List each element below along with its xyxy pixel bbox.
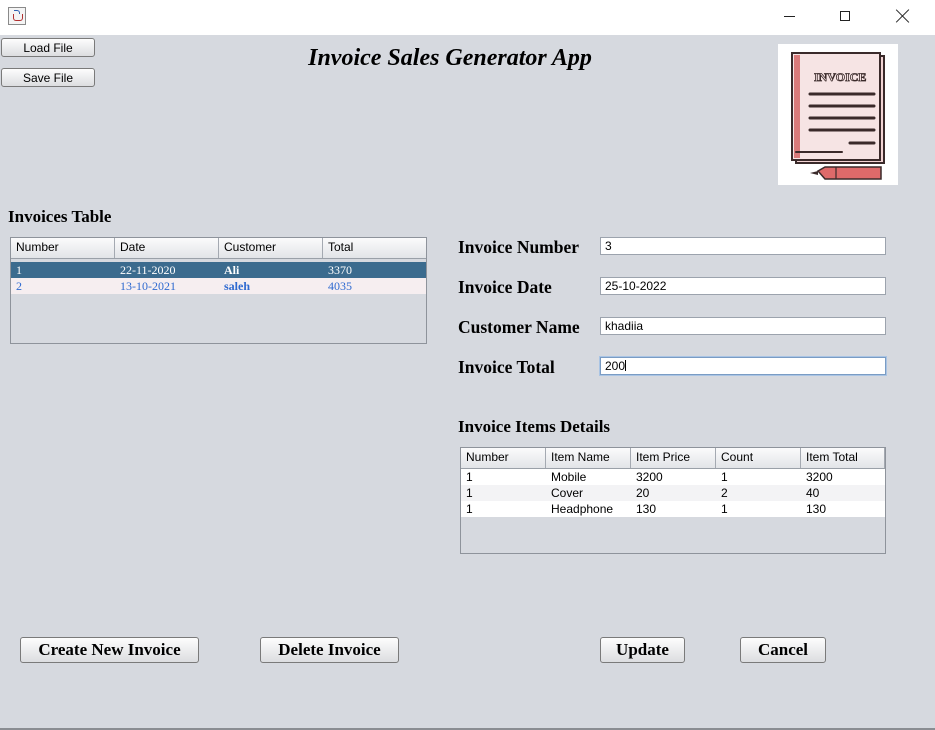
cell-item-total: 3200 [806, 470, 833, 484]
invoice-total-field[interactable]: 200 [600, 357, 886, 375]
cell-item-price: 130 [636, 502, 657, 516]
window-title-bar [0, 0, 935, 35]
cell-number: 1 [16, 263, 22, 277]
column-header-item-name[interactable]: Item Name [546, 448, 631, 468]
cell-number: 1 [466, 486, 473, 500]
column-header-number[interactable]: Number [11, 238, 115, 258]
cell-item-name: Mobile [551, 470, 587, 484]
invoice-total-value: 200 [605, 359, 626, 373]
cell-item-total: 130 [806, 502, 827, 516]
cell-item-name: Headphone [551, 502, 614, 516]
app-title: Invoice Sales Generator App [308, 45, 592, 71]
cell-number: 2 [16, 279, 22, 293]
customer-name-label: Customer Name [458, 317, 580, 337]
cell-customer: saleh [224, 279, 251, 293]
column-header-total[interactable]: Total [323, 238, 426, 258]
table-row-selected[interactable]: 1 22-11-2020 Ali 3370 [11, 262, 426, 278]
close-icon [896, 9, 910, 23]
cell-date: 13-10-2021 [120, 279, 176, 293]
invoices-table-heading: Invoices Table [8, 207, 112, 226]
column-header-number[interactable]: Number [461, 448, 546, 468]
maximize-button[interactable] [822, 0, 868, 32]
column-header-item-price[interactable]: Item Price [631, 448, 716, 468]
invoice-number-label: Invoice Number [458, 237, 580, 257]
invoice-document-icon: INVOICE [778, 44, 898, 185]
cell-total: 4035 [328, 279, 352, 293]
text-caret [625, 360, 627, 371]
cell-customer: Ali [224, 263, 240, 277]
invoice-number-field[interactable]: 3 [600, 237, 886, 255]
cell-item-price: 3200 [636, 470, 663, 484]
save-file-button[interactable]: Save File [1, 68, 95, 87]
customer-name-field[interactable]: khadiia [600, 317, 886, 335]
items-table-heading: Invoice Items Details [458, 417, 611, 436]
cell-count: 1 [721, 502, 728, 516]
invoice-items-table[interactable]: Number Item Name Item Price Count Item T… [460, 447, 886, 554]
minimize-button[interactable] [766, 0, 812, 32]
column-header-customer[interactable]: Customer [219, 238, 323, 258]
invoice-date-field[interactable]: 25-10-2022 [600, 277, 886, 295]
cell-item-price: 20 [636, 486, 650, 500]
invoice-total-label: Invoice Total [458, 357, 555, 377]
cell-date: 22-11-2020 [120, 263, 176, 277]
create-new-invoice-button[interactable]: Create New Invoice [20, 637, 199, 663]
table-row[interactable]: 1 Cover 20 2 40 [461, 485, 885, 501]
java-cup-icon [8, 7, 26, 25]
table-row[interactable]: 2 13-10-2021 saleh 4035 [11, 278, 426, 294]
table-row[interactable]: 1 Headphone 130 1 130 [461, 501, 885, 517]
cancel-button[interactable]: Cancel [740, 637, 826, 663]
maximize-icon [840, 11, 850, 21]
load-file-button[interactable]: Load File [1, 38, 95, 57]
table-row[interactable]: 1 Mobile 3200 1 3200 [461, 469, 885, 485]
cell-item-total: 40 [806, 486, 820, 500]
invoice-date-label: Invoice Date [458, 277, 552, 297]
invoices-table-header: Number Date Customer Total [11, 238, 426, 259]
items-table-header: Number Item Name Item Price Count Item T… [461, 448, 885, 469]
cell-count: 1 [721, 470, 728, 484]
logo-text: INVOICE [814, 70, 866, 84]
column-header-count[interactable]: Count [716, 448, 801, 468]
cell-count: 2 [721, 486, 728, 500]
minimize-icon [783, 15, 795, 17]
cell-total: 3370 [328, 263, 352, 277]
close-button[interactable] [880, 0, 926, 32]
update-button[interactable]: Update [600, 637, 685, 663]
delete-invoice-button[interactable]: Delete Invoice [260, 637, 399, 663]
cell-number: 1 [466, 470, 473, 484]
column-header-item-total[interactable]: Item Total [801, 448, 885, 468]
cell-number: 1 [466, 502, 473, 516]
invoices-table[interactable]: Number Date Customer Total 1 22-11-2020 … [10, 237, 427, 344]
cell-item-name: Cover [551, 486, 584, 500]
column-header-date[interactable]: Date [115, 238, 219, 258]
